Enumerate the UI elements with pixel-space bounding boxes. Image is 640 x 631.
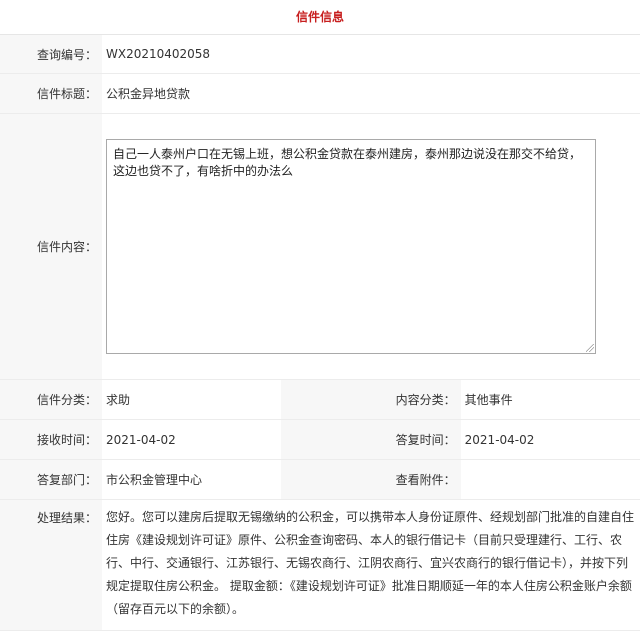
result-text: 您好。您可以建房后提取无锡缴纳的公积金，可以携带本人身份证原件、经规划部门批准的…	[106, 510, 635, 616]
result-cell: 您好。您可以建房后提取无锡缴纳的公积金，可以携带本人身份证原件、经规划部门批准的…	[102, 499, 640, 631]
row-times: 接收时间： 2021-04-02 答复时间： 2021-04-02	[0, 419, 640, 460]
attachment-value[interactable]	[460, 459, 640, 500]
letter-content-cell: 自己一人泰州户口在无锡上班，想公积金贷款在泰州建房，泰州那边说没在那交不给贷，这…	[102, 113, 640, 380]
letter-info-page: 信件信息 查询编号： WX20210402058 信件标题： 公积金异地贷款 信…	[0, 0, 640, 631]
dept-label: 答复部门：	[0, 459, 102, 500]
row-letter-content: 信件内容： 自己一人泰州户口在无锡上班，想公积金贷款在泰州建房，泰州那边说没在那…	[0, 113, 640, 380]
content-type-value: 其他事件	[460, 379, 640, 420]
resize-handle-icon[interactable]	[586, 344, 594, 352]
row-result: 处理结果： 您好。您可以建房后提取无锡缴纳的公积金，可以携带本人身份证原件、经规…	[0, 499, 640, 631]
content-type-label: 内容分类：	[281, 379, 461, 420]
letter-title-value: 公积金异地贷款	[102, 73, 640, 114]
category-value: 求助	[102, 379, 282, 420]
letter-content-label: 信件内容：	[0, 113, 102, 380]
row-query-no: 查询编号： WX20210402058	[0, 35, 640, 74]
replied-label: 答复时间：	[281, 419, 461, 460]
query-no-label: 查询编号：	[0, 35, 102, 74]
row-category: 信件分类： 求助 内容分类： 其他事件	[0, 379, 640, 420]
query-no-value: WX20210402058	[102, 35, 640, 74]
category-label: 信件分类：	[0, 379, 102, 420]
page-title: 信件信息	[0, 0, 640, 35]
attachment-label: 查看附件：	[281, 459, 461, 500]
received-value: 2021-04-02	[102, 419, 282, 460]
row-letter-title: 信件标题： 公积金异地贷款	[0, 73, 640, 114]
letter-content-text: 自己一人泰州户口在无锡上班，想公积金贷款在泰州建房，泰州那边说没在那交不给贷，这…	[113, 147, 582, 178]
received-label: 接收时间：	[0, 419, 102, 460]
letter-info-table: 查询编号： WX20210402058 信件标题： 公积金异地贷款 信件内容： …	[0, 35, 640, 631]
replied-value: 2021-04-02	[460, 419, 640, 460]
result-label: 处理结果：	[0, 499, 102, 631]
dept-value: 市公积金管理中心	[102, 459, 282, 500]
row-dept: 答复部门： 市公积金管理中心 查看附件：	[0, 459, 640, 500]
letter-content-textarea[interactable]: 自己一人泰州户口在无锡上班，想公积金贷款在泰州建房，泰州那边说没在那交不给贷，这…	[106, 139, 596, 354]
letter-title-label: 信件标题：	[0, 73, 102, 114]
